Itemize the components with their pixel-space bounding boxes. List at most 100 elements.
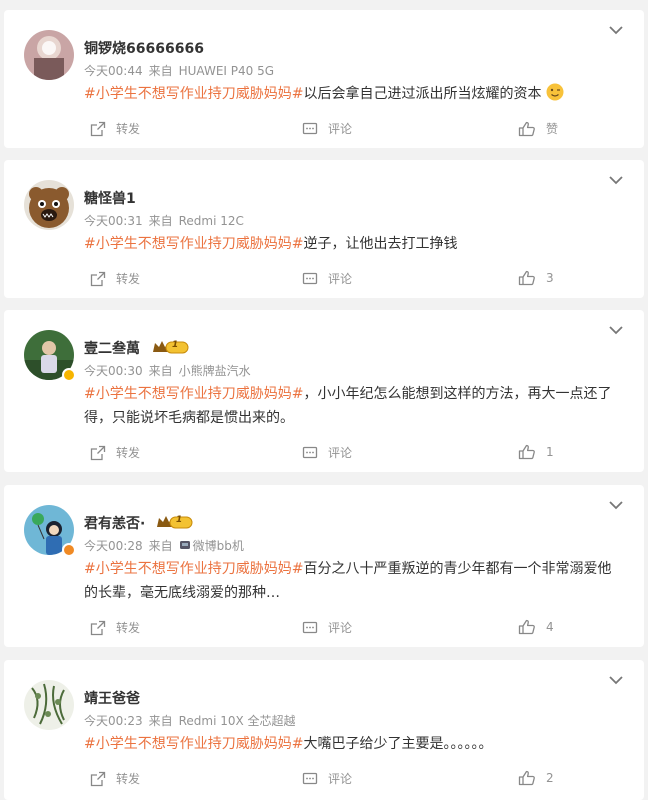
repost-button[interactable]: 转发 [90, 120, 140, 137]
repost-button[interactable]: 转发 [90, 770, 140, 787]
like-count: 1 [546, 445, 554, 459]
repost-icon [90, 771, 106, 786]
like-count: 3 [546, 271, 554, 285]
comment-label: 评论 [328, 446, 353, 460]
topic-link[interactable]: #小学生不想写作业持刀威胁妈妈# [84, 86, 303, 102]
source-device: 小熊牌盐汽水 [178, 364, 251, 378]
vip-crown-icon[interactable] [152, 338, 190, 356]
topic-link[interactable]: #小学生不想写作业持刀威胁妈妈# [84, 561, 303, 577]
chevron-down-icon[interactable] [608, 174, 624, 186]
like-count: 4 [546, 620, 554, 634]
username[interactable]: 壹二叁萬 [84, 338, 140, 358]
source-device: Redmi 10X 全芯超越 [178, 714, 296, 728]
comment-icon [302, 621, 318, 633]
username[interactable]: 君有恙否· [84, 513, 145, 533]
action-bar: 转发 评论 赞 [84, 120, 644, 140]
topic-link[interactable]: #小学生不想写作业持刀威胁妈妈# [84, 236, 303, 252]
thumbs-up-icon [518, 270, 535, 286]
like-button[interactable]: 赞 [518, 120, 558, 137]
chevron-down-icon[interactable] [608, 24, 624, 36]
avatar[interactable] [24, 30, 74, 80]
comment-body: 大嘴巴子给少了主要是。。。。。。 [303, 736, 493, 752]
winking-face-icon [546, 83, 564, 101]
comment-label: 评论 [328, 621, 353, 635]
chevron-down-icon[interactable] [608, 324, 624, 336]
comment-button[interactable]: 评论 [302, 444, 352, 461]
comment-button[interactable]: 评论 [302, 270, 352, 287]
verified-badge-icon [62, 543, 76, 557]
comment-icon [302, 772, 318, 784]
timestamp[interactable]: 今天00:28 [84, 539, 143, 553]
comment-feed: 铜锣烧66666666 今天00:44 来自 HUAWEI P40 5G #小学生不… [0, 0, 648, 800]
source-device: 微博bb机 [192, 539, 244, 553]
thumbs-up-icon [518, 770, 535, 786]
post-meta: 今天00:23 来自 Redmi 10X 全芯超越 [84, 712, 302, 729]
repost-icon [90, 121, 106, 136]
topic-link[interactable]: #小学生不想写作业持刀威胁妈妈# [84, 386, 303, 402]
thumbs-up-icon [518, 619, 535, 635]
avatar[interactable] [24, 180, 74, 230]
repost-label: 转发 [116, 772, 141, 786]
source-prefix: 来自 [148, 714, 173, 728]
comment-icon [302, 446, 318, 458]
repost-button[interactable]: 转发 [90, 444, 140, 461]
repost-label: 转发 [116, 272, 141, 286]
timestamp[interactable]: 今天00:30 [84, 364, 143, 378]
username[interactable]: 铜锣烧66666666 [84, 38, 204, 58]
comment-text: #小学生不想写作业持刀威胁妈妈#，小小年纪怎么能想到这样的方法，再大一点还了得，… [84, 382, 624, 430]
thumbs-up-icon [518, 121, 535, 136]
timestamp[interactable]: 今天00:23 [84, 714, 143, 728]
like-count: 2 [546, 771, 554, 785]
like-button[interactable]: 1 [518, 444, 554, 460]
timestamp[interactable]: 今天00:44 [84, 64, 143, 78]
vip-crown-icon[interactable] [156, 513, 194, 531]
comment-card: 君有恙否· 1 今天00:28 来自 微博bb机 #小学生不想写作业持刀威胁妈妈#百… [4, 485, 644, 647]
comment-label: 评论 [328, 772, 353, 786]
repost-icon [90, 620, 106, 635]
action-bar: 转发 评论 2 [84, 770, 644, 790]
post-meta: 今天00:28 来自 微博bb机 [84, 537, 250, 554]
comment-card: 糖怪兽1 今天00:31 来自 Redmi 12C #小学生不想写作业持刀威胁妈妈#… [4, 160, 644, 298]
post-meta: 今天00:30 来自 小熊牌盐汽水 [84, 362, 257, 379]
comment-card: 壹二叁萬 1 今天00:30 来自 小熊牌盐汽水 #小学生不想写作业持刀威胁妈妈#，… [4, 310, 644, 472]
chevron-down-icon[interactable] [608, 674, 624, 686]
comment-label: 评论 [328, 122, 353, 136]
post-meta: 今天00:31 来自 Redmi 12C [84, 212, 250, 229]
vip-level: 1 [176, 515, 183, 525]
topic-link[interactable]: #小学生不想写作业持刀威胁妈妈# [84, 736, 303, 752]
comment-body: 逆子，让他出去打工挣钱 [303, 236, 458, 252]
repost-button[interactable]: 转发 [90, 270, 140, 287]
post-meta: 今天00:44 来自 HUAWEI P40 5G [84, 62, 280, 79]
action-bar: 转发 评论 3 [84, 270, 644, 290]
source-device: Redmi 12C [178, 214, 244, 228]
comment-text: #小学生不想写作业持刀威胁妈妈#大嘴巴子给少了主要是。。。。。。 [84, 732, 624, 756]
source-prefix: 来自 [148, 539, 173, 553]
comment-button[interactable]: 评论 [302, 619, 352, 636]
comment-body: 以后会拿自己进过派出所当炫耀的资本 [303, 86, 542, 102]
vip-level: 1 [172, 340, 179, 350]
username[interactable]: 糖怪兽1 [84, 188, 136, 208]
comment-button[interactable]: 评论 [302, 770, 352, 787]
repost-icon [90, 271, 106, 286]
source-device: HUAWEI P40 5G [178, 64, 275, 78]
action-bar: 转发 评论 4 [84, 619, 644, 639]
comment-icon [302, 122, 318, 134]
repost-label: 转发 [116, 122, 141, 136]
repost-icon [90, 445, 106, 460]
repost-button[interactable]: 转发 [90, 619, 140, 636]
thumbs-up-icon [518, 444, 535, 460]
username[interactable]: 靖王爸爸 [84, 688, 140, 708]
timestamp[interactable]: 今天00:31 [84, 214, 143, 228]
avatar[interactable] [24, 680, 74, 730]
comment-text: #小学生不想写作业持刀威胁妈妈#逆子，让他出去打工挣钱 [84, 232, 624, 256]
comment-icon [302, 272, 318, 284]
like-button[interactable]: 3 [518, 270, 554, 286]
comment-card: 铜锣烧66666666 今天00:44 来自 HUAWEI P40 5G #小学生不… [4, 10, 644, 148]
chevron-down-icon[interactable] [608, 499, 624, 511]
repost-label: 转发 [116, 446, 141, 460]
bb-device-icon [179, 541, 190, 549]
like-button[interactable]: 2 [518, 770, 554, 786]
source-prefix: 来自 [148, 364, 173, 378]
like-button[interactable]: 4 [518, 619, 554, 635]
comment-button[interactable]: 评论 [302, 120, 352, 137]
